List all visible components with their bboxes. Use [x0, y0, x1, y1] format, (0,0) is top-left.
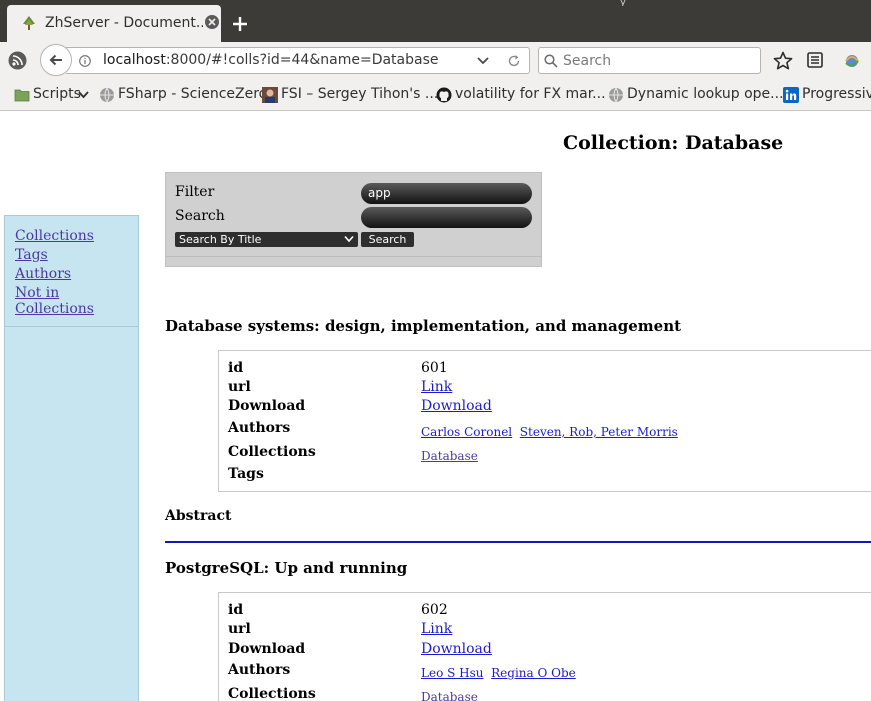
authors-list: Carlos Coronel Steven, Rob, Peter Morris — [421, 425, 678, 439]
chevron-down-icon[interactable] — [476, 55, 490, 67]
field-label-collections: Collections — [228, 444, 316, 460]
field-value-id: 602 — [421, 602, 448, 618]
tab-strip: y ZhServer - Document... — [0, 0, 871, 42]
page-content: Collection: Database Collections Tags Au… — [0, 111, 871, 701]
bookmark-label: Dynamic lookup ope... — [627, 86, 784, 102]
address-bar[interactable]: localhost:8000/#!colls?id=44&name=Databa… — [66, 47, 530, 74]
navigation-toolbar: localhost:8000/#!colls?id=44&name=Databa… — [0, 42, 871, 79]
author-link[interactable]: Carlos Coronel — [421, 425, 512, 439]
field-label-download: Download — [228, 641, 306, 657]
new-tab-icon[interactable] — [228, 12, 252, 36]
search-mode-select[interactable]: Search By Title — [175, 232, 358, 247]
sidebar-link-not-in-collections-line2[interactable]: Collections — [15, 301, 94, 317]
document-divider — [165, 541, 871, 543]
sidebar: Collections Tags Authors Not in Collecti… — [4, 215, 139, 701]
url-link[interactable]: Link — [421, 621, 452, 637]
close-tab-icon[interactable] — [204, 14, 220, 30]
author-link[interactable]: Regina O Obe — [491, 666, 576, 680]
arrow-left-icon — [49, 54, 62, 66]
field-label-authors: Authors — [228, 662, 291, 678]
url-text: localhost:8000/#!colls?id=44&name=Databa… — [103, 52, 439, 68]
folder-icon — [14, 89, 30, 102]
sidebar-link-tags[interactable]: Tags — [15, 247, 48, 263]
extension-icon[interactable] — [842, 51, 862, 71]
reading-list-icon[interactable] — [806, 51, 824, 69]
filter-divider — [166, 256, 541, 257]
chevron-down-icon — [344, 235, 354, 243]
page-title: Collection: Database — [563, 132, 784, 154]
collections-list: Database — [421, 449, 478, 463]
tree-favicon-icon — [23, 16, 35, 30]
bookmark-label: Progressiv — [802, 86, 871, 102]
bookmark-label: FSI – Sergey Tihon's ... — [281, 86, 439, 102]
sidebar-link-collections[interactable]: Collections — [15, 228, 94, 244]
filter-label: Filter — [175, 184, 215, 200]
author-link[interactable]: Leo S Hsu — [421, 666, 484, 680]
sidebar-menu: Collections Tags Authors Not in Collecti… — [5, 216, 138, 327]
reload-icon[interactable] — [507, 54, 521, 68]
url-path: :8000/#!colls?id=44&name=Database — [165, 52, 439, 68]
field-label-url: url — [228, 621, 251, 637]
author-link[interactable]: Steven, Rob, Peter Morris — [520, 425, 678, 439]
authors-list: Leo S Hsu Regina O Obe — [421, 666, 576, 680]
bookmark-label: FSharp - ScienceZero — [118, 86, 268, 102]
globe-icon — [609, 87, 623, 103]
search-button[interactable]: Search — [361, 232, 414, 247]
field-label-authors: Authors — [228, 420, 291, 436]
avatar-icon — [262, 87, 278, 103]
info-icon[interactable] — [79, 55, 91, 67]
field-label-id: id — [228, 360, 244, 376]
bookmark-label: Scripts — [33, 86, 81, 102]
field-value-id: 601 — [421, 360, 448, 376]
browser-tab[interactable]: ZhServer - Document... — [7, 5, 221, 42]
filter-panel: Filter app Search Search By Title Search — [165, 172, 542, 267]
document-title: Database systems: design, implementation… — [165, 317, 682, 335]
linkedin-icon — [783, 87, 799, 103]
github-icon — [436, 87, 452, 103]
abstract-heading: Abstract — [165, 508, 232, 524]
search-placeholder: Search — [563, 53, 612, 69]
field-label-tags: Tags — [228, 466, 264, 482]
download-link[interactable]: Download — [421, 398, 492, 414]
document-details-table: id 601 url Link Download Download Author… — [218, 350, 871, 492]
field-label-download: Download — [228, 398, 306, 414]
document-details-table: id 602 url Link Download Download Author… — [218, 592, 871, 701]
field-label-id: id — [228, 602, 244, 618]
globe-icon — [100, 87, 114, 103]
bookmark-folder-scripts[interactable]: Scripts — [14, 86, 90, 104]
search-input[interactable] — [361, 207, 532, 228]
document-title: PostgreSQL: Up and running — [165, 559, 408, 577]
search-label: Search — [175, 208, 225, 224]
collection-link[interactable]: Database — [421, 449, 478, 463]
sidebar-link-not-in-collections-line1[interactable]: Not in — [15, 285, 59, 301]
search-icon — [544, 54, 558, 68]
filter-input[interactable]: app — [361, 183, 532, 204]
rss-icon[interactable] — [8, 51, 27, 70]
search-mode-value: Search By Title — [179, 233, 262, 246]
bookmark-label: volatility for FX mar... — [455, 86, 606, 102]
download-link[interactable]: Download — [421, 641, 492, 657]
bookmarks-toolbar: Scripts FSharp - ScienceZero FSI – Serge… — [0, 79, 871, 111]
collection-link[interactable]: Database — [421, 690, 478, 701]
field-label-collections: Collections — [228, 686, 316, 701]
tab-strip-overflow-text: y — [620, 0, 626, 6]
collections-list: Database — [421, 690, 478, 701]
chevron-down-icon — [78, 91, 89, 99]
back-button[interactable] — [40, 44, 72, 76]
star-icon[interactable] — [773, 51, 793, 71]
url-link[interactable]: Link — [421, 379, 452, 395]
search-bar[interactable]: Search — [538, 47, 761, 74]
sidebar-link-authors[interactable]: Authors — [15, 266, 71, 282]
field-label-url: url — [228, 379, 251, 395]
url-host: localhost — [103, 52, 166, 68]
tab-title: ZhServer - Document... — [45, 15, 203, 31]
